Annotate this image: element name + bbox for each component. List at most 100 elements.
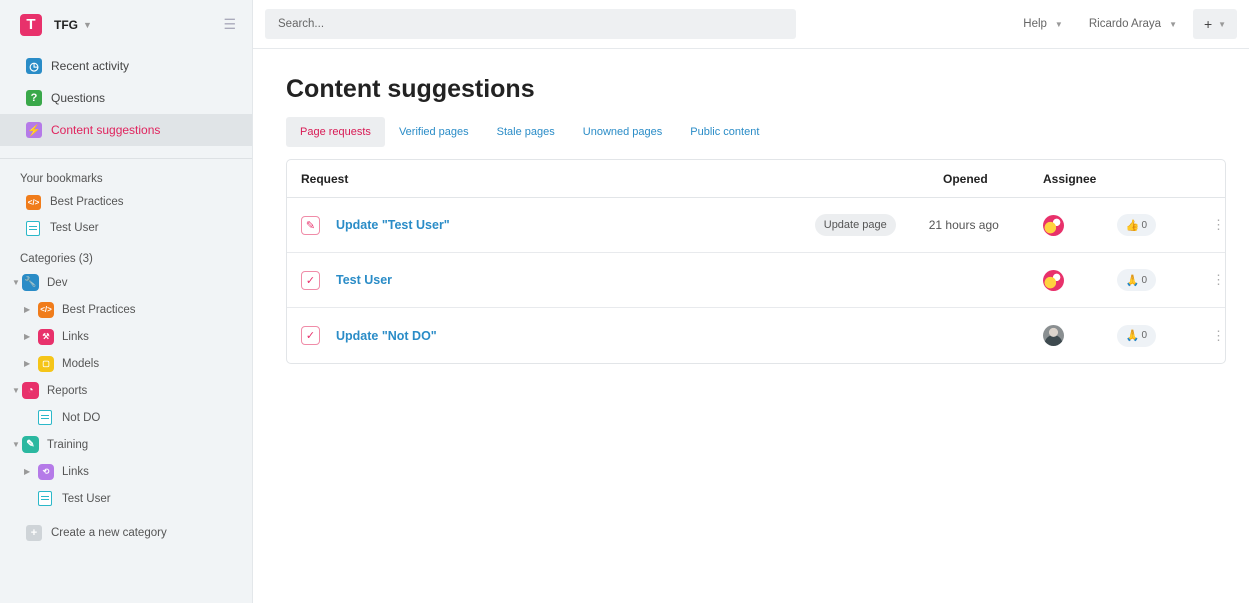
tab-stale-pages[interactable]: Stale pages <box>483 117 569 147</box>
categories-title: Categories (3) <box>20 253 93 265</box>
collapse-triangle-icon[interactable]: ▼ <box>12 386 22 395</box>
avatar[interactable] <box>1042 214 1064 236</box>
top-right-controls: Help ▼ Ricardo Araya ▼ + ▼ <box>997 9 1249 39</box>
page-title: Content suggestions <box>286 75 535 103</box>
nav-content-suggestions[interactable]: ⚡ Content suggestions <box>0 114 252 146</box>
requests-table: Request Opened Assignee ✎ Update "Test U… <box>286 159 1226 364</box>
praying-hands-icon: 🙏 <box>1125 330 1140 342</box>
nav-recent-activity[interactable]: ◷ Recent activity <box>0 50 252 82</box>
table-row[interactable]: ✓ Test User 🙏 0 ⋮ <box>287 253 1225 308</box>
user-name: Ricardo Araya <box>1088 18 1162 30</box>
category-item[interactable]: ▶ ⟲ Links <box>0 458 252 485</box>
tab-unowned-pages[interactable]: Unowned pages <box>569 117 677 147</box>
tab-page-requests[interactable]: Page requests <box>286 117 385 147</box>
check-icon: ✓ <box>301 326 320 345</box>
vote-count: 0 <box>1141 274 1148 286</box>
question-icon: ? <box>26 90 42 106</box>
pencil-icon: ✎ <box>301 215 320 235</box>
search-input[interactable] <box>265 9 796 39</box>
category-item[interactable]: ▼ ◔ Reports <box>0 377 252 404</box>
assignee-cell <box>1027 325 1115 346</box>
category-label: Not DO <box>62 411 101 424</box>
tab-verified-pages[interactable]: Verified pages <box>385 117 483 147</box>
category-label: Test User <box>62 492 111 505</box>
expand-triangle-icon[interactable]: ▶ <box>24 305 34 314</box>
more-options-icon[interactable]: ⋮ <box>1212 217 1225 233</box>
request-title-link[interactable]: Update "Test User" <box>336 218 450 232</box>
request-cell: ✓ Update "Not DO" <box>287 326 929 345</box>
tab-public-content[interactable]: Public content <box>676 117 773 147</box>
category-item[interactable]: ▼ 🔧 Dev <box>0 269 252 296</box>
collapse-triangle-icon[interactable]: ▼ <box>12 440 22 449</box>
user-menu[interactable]: Ricardo Araya ▼ <box>1089 18 1177 30</box>
avatar[interactable] <box>1042 325 1064 346</box>
document-icon <box>26 220 40 236</box>
column-request: Request <box>301 171 349 186</box>
category-item[interactable]: ▶ ▢ Models <box>0 350 252 377</box>
code-icon: </> <box>38 301 54 318</box>
app-logo[interactable]: T <box>20 13 42 36</box>
create-button[interactable]: + ▼ <box>1193 9 1237 39</box>
create-category-label: Create a new category <box>51 527 167 539</box>
vote-button[interactable]: 👍 0 <box>1116 214 1156 236</box>
request-cell: ✎ Update "Test User" Update page <box>287 214 929 236</box>
more-options-icon[interactable]: ⋮ <box>1212 328 1225 344</box>
chevron-down-icon: ▼ <box>1054 19 1063 29</box>
category-item[interactable]: ▶ ⚒ Links <box>0 323 252 350</box>
opened-cell: 21 hours ago <box>928 218 999 232</box>
collapse-triangle-icon[interactable]: ▼ <box>12 278 22 287</box>
top-bar: Help ▼ Ricardo Araya ▼ + ▼ <box>253 0 1249 49</box>
column-opened: Opened <box>943 171 988 186</box>
avatar[interactable] <box>1042 269 1064 291</box>
page-icon <box>38 410 52 425</box>
pencil-icon: ✎ <box>22 436 39 453</box>
create-category-button[interactable]: + Create a new category <box>0 518 252 548</box>
category-label: Models <box>62 357 100 370</box>
table-header: Request Opened Assignee <box>287 160 1225 198</box>
nav-label: Recent activity <box>51 59 130 73</box>
category-label: Dev <box>47 276 68 289</box>
category-item[interactable]: Test User <box>0 485 252 512</box>
vote-count: 0 <box>1141 219 1148 231</box>
vote-count: 0 <box>1141 330 1148 341</box>
column-assignee: Assignee <box>1043 171 1097 186</box>
expand-triangle-icon[interactable]: ▶ <box>24 359 34 368</box>
bookmark-label: Best Practices <box>50 196 124 208</box>
category-item[interactable]: ▼ ✎ Training <box>0 431 252 458</box>
chevron-down-icon[interactable]: ▼ <box>83 20 92 30</box>
vote-button[interactable]: 🙏 0 <box>1116 324 1156 347</box>
link-icon: ⟲ <box>38 463 54 480</box>
assignee-cell <box>1027 269 1115 291</box>
plus-icon: + <box>1203 16 1213 32</box>
main-content: Content suggestions Page requests Verifi… <box>286 49 1226 364</box>
vote-button[interactable]: 🙏 0 <box>1116 269 1156 291</box>
help-menu[interactable]: Help ▼ <box>1023 18 1063 30</box>
menu-icon[interactable]: ☰ <box>223 16 242 33</box>
bookmark-test-user[interactable]: Test User <box>0 215 252 241</box>
document-icon <box>38 491 52 506</box>
check-icon: ✓ <box>301 270 320 290</box>
bookmarks-title: Your bookmarks <box>20 173 103 185</box>
clock-icon: ◷ <box>26 58 42 74</box>
hammer-icon: ⚒ <box>38 328 54 345</box>
nav-label: Content suggestions <box>51 123 161 137</box>
category-label: Training <box>47 438 89 451</box>
more-options-icon[interactable]: ⋮ <box>1212 272 1225 288</box>
table-row[interactable]: ✓ Update "Not DO" 🙏 0 ⋮ <box>287 308 1225 363</box>
category-label: Links <box>62 465 89 478</box>
nav-questions[interactable]: ? Questions <box>0 82 252 114</box>
expand-triangle-icon[interactable]: ▶ <box>24 332 34 341</box>
category-tree: ▼ 🔧 Dev ▶ </> Best Practices ▶ ⚒ Links ▶ ▢ Models ▼ ◔… <box>0 269 252 512</box>
table-row[interactable]: ✎ Update "Test User" Update page 21 hour… <box>287 198 1225 253</box>
category-item[interactable]: ▶ </> Best Practices <box>0 296 252 323</box>
bookmark-best-practices[interactable]: </> Best Practices <box>0 189 252 215</box>
nav-label: Questions <box>51 91 106 105</box>
chevron-down-icon: ▼ <box>1218 19 1227 29</box>
divider <box>0 158 252 159</box>
request-title-link[interactable]: Test User <box>336 273 392 287</box>
category-item[interactable]: Not DO <box>0 404 252 431</box>
expand-triangle-icon[interactable]: ▶ <box>24 467 34 476</box>
category-label: Best Practices <box>62 303 136 316</box>
request-title-link[interactable]: Update "Not DO" <box>336 329 437 343</box>
team-name[interactable]: TFG <box>54 18 78 32</box>
